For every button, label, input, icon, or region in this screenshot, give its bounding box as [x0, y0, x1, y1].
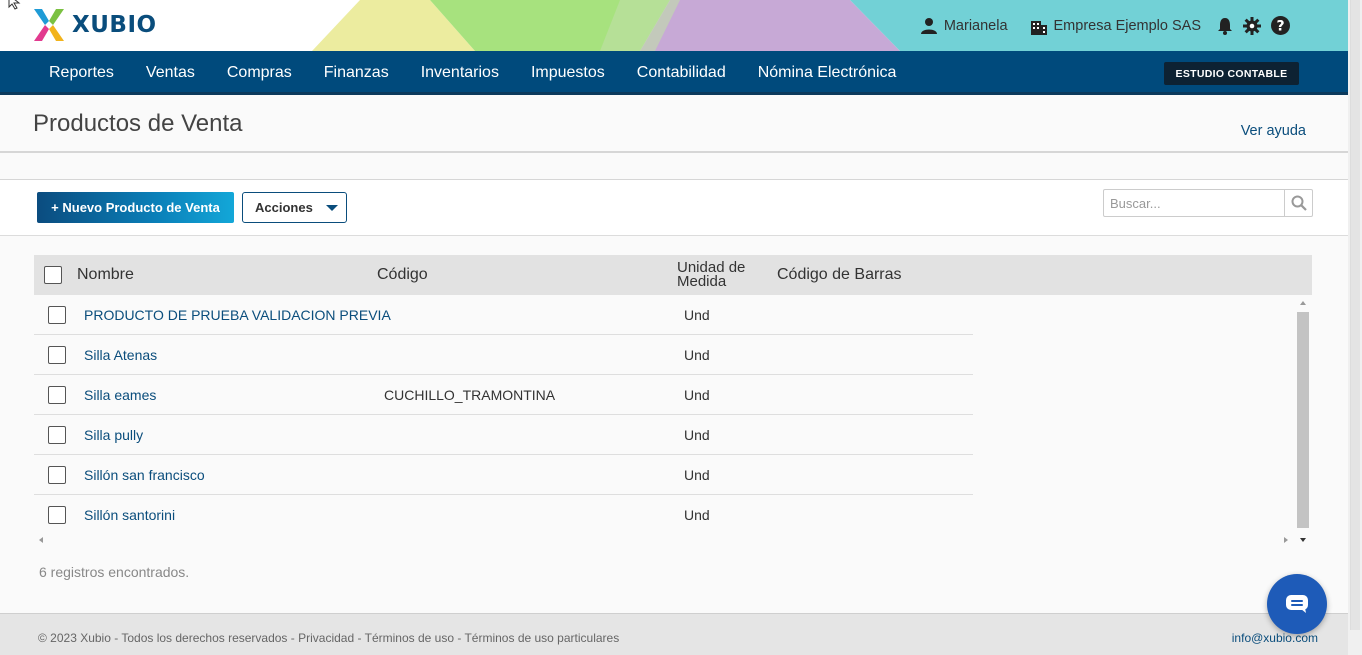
- studio-contable-button[interactable]: ESTUDIO CONTABLE: [1164, 62, 1299, 85]
- row-checkbox[interactable]: [48, 506, 66, 524]
- xubio-logo-icon: [34, 9, 64, 41]
- page-scrollbar-thumb[interactable]: [1350, 0, 1360, 630]
- scroll-down-arrow-icon[interactable]: [1299, 537, 1307, 543]
- top-header: XUBIO Marianela Empresa Ejemplo SAS ?: [0, 0, 1348, 51]
- svg-text:?: ?: [1276, 19, 1284, 35]
- footer-links: © 2023 Xubio - Todos los derechos reserv…: [38, 631, 619, 645]
- actions-label: Acciones: [255, 200, 313, 215]
- chat-icon: [1286, 595, 1308, 613]
- caret-down-icon: [326, 205, 338, 211]
- nav-item-nomina[interactable]: Nómina Electrónica: [742, 64, 913, 82]
- table-row[interactable]: PRODUCTO DE PRUEBA VALIDACION PREVIA Und: [34, 295, 973, 335]
- product-unit: Und: [684, 307, 710, 323]
- product-name-link[interactable]: Sillón san francisco: [84, 455, 205, 495]
- column-header-code[interactable]: Código: [377, 266, 428, 284]
- row-checkbox[interactable]: [48, 466, 66, 484]
- product-name-link[interactable]: Silla Atenas: [84, 335, 157, 375]
- search-icon: [1291, 195, 1307, 211]
- user-name: Marianela: [943, 17, 1008, 34]
- product-name-link[interactable]: PRODUCTO DE PRUEBA VALIDACION PREVIA: [84, 295, 391, 335]
- scroll-up-arrow-icon[interactable]: [1299, 300, 1307, 306]
- copyright-text: © 2023 Xubio - Todos los derechos reserv…: [38, 631, 288, 645]
- product-unit: Und: [684, 427, 710, 443]
- header-user-area: Marianela Empresa Ejemplo SAS ?: [920, 0, 1290, 51]
- settings-button[interactable]: [1243, 16, 1261, 35]
- help-link[interactable]: Ver ayuda: [1241, 123, 1306, 139]
- actions-dropdown[interactable]: Acciones: [242, 192, 347, 223]
- product-code: CUCHILLO_TRAMONTINA: [384, 387, 556, 403]
- table-row[interactable]: Silla Atenas Und: [34, 335, 973, 375]
- table-row[interactable]: Sillón san francisco Und: [34, 455, 973, 495]
- scroll-left-arrow-icon[interactable]: [38, 536, 44, 544]
- table-row[interactable]: Sillón santorini Und: [34, 495, 973, 535]
- product-name-link[interactable]: Silla eames: [84, 375, 156, 415]
- user-menu[interactable]: Marianela: [920, 17, 1008, 35]
- product-name-link[interactable]: Silla pully: [84, 415, 143, 455]
- row-checkbox[interactable]: [48, 346, 66, 364]
- new-sale-product-button[interactable]: + Nuevo Producto de Venta: [37, 192, 234, 223]
- gear-icon: [1243, 16, 1261, 35]
- user-icon: [920, 17, 937, 34]
- terms-particular-link[interactable]: Términos de uso particulares: [464, 631, 619, 645]
- nav-item-inventarios[interactable]: Inventarios: [405, 64, 515, 82]
- table-row[interactable]: Silla pully Und: [34, 415, 973, 455]
- question-icon: ?: [1271, 16, 1290, 35]
- footer: © 2023 Xubio - Todos los derechos reserv…: [0, 613, 1348, 655]
- building-icon: [1030, 20, 1047, 35]
- product-unit: Und: [684, 467, 710, 483]
- footer-separator: -: [357, 631, 365, 645]
- page-vertical-scrollbar[interactable]: [1348, 0, 1362, 655]
- nav-menu: Reportes Ventas Compras Finanzas Inventa…: [33, 51, 912, 95]
- column-header-name[interactable]: Nombre: [77, 266, 134, 284]
- product-unit: Und: [684, 507, 710, 523]
- chat-button[interactable]: [1267, 574, 1327, 634]
- privacy-link[interactable]: Privacidad: [298, 631, 354, 645]
- mouse-cursor-icon: [8, 0, 21, 10]
- nav-item-impuestos[interactable]: Impuestos: [515, 64, 621, 82]
- column-header-barcode[interactable]: Código de Barras: [777, 266, 902, 284]
- page-title: Productos de Venta: [33, 110, 243, 137]
- select-all-checkbox[interactable]: [44, 266, 62, 284]
- bell-icon: [1218, 17, 1232, 35]
- product-unit: Und: [684, 387, 710, 403]
- company-name: Empresa Ejemplo SAS: [1053, 17, 1201, 34]
- terms-link[interactable]: Términos de uso: [365, 631, 454, 645]
- search-button[interactable]: [1284, 189, 1313, 217]
- column-header-unit-line2: Medida: [677, 273, 727, 290]
- scroll-right-arrow-icon[interactable]: [1283, 536, 1289, 544]
- brand-name: XUBIO: [72, 12, 157, 38]
- nav-item-reportes[interactable]: Reportes: [33, 64, 130, 82]
- product-unit: Und: [684, 347, 710, 363]
- nav-item-contabilidad[interactable]: Contabilidad: [621, 64, 742, 82]
- nav-item-finanzas[interactable]: Finanzas: [308, 64, 405, 82]
- help-button[interactable]: ?: [1271, 16, 1290, 35]
- row-checkbox[interactable]: [48, 386, 66, 404]
- main-navbar: Reportes Ventas Compras Finanzas Inventa…: [0, 51, 1348, 95]
- notifications-button[interactable]: [1217, 17, 1233, 35]
- table-header: Nombre Código Unidad de Medida Código de…: [34, 255, 1312, 295]
- table-row[interactable]: Silla eames CUCHILLO_TRAMONTINA Und: [34, 375, 973, 415]
- nav-item-ventas[interactable]: Ventas: [130, 64, 211, 82]
- search-input[interactable]: [1103, 189, 1285, 217]
- row-checkbox[interactable]: [48, 306, 66, 324]
- contact-email-link[interactable]: info@xubio.com: [1232, 631, 1318, 645]
- divider: [0, 151, 1348, 153]
- column-header-unit[interactable]: Unidad de Medida: [677, 260, 745, 290]
- company-selector[interactable]: Empresa Ejemplo SAS: [1030, 17, 1201, 35]
- product-name-link[interactable]: Sillón santorini: [84, 495, 175, 535]
- table-vertical-scrollbar[interactable]: [1297, 312, 1309, 528]
- row-checkbox[interactable]: [48, 426, 66, 444]
- xubio-logo[interactable]: XUBIO: [32, 9, 157, 41]
- nav-item-compras[interactable]: Compras: [211, 64, 308, 82]
- records-count: 6 registros encontrados.: [39, 564, 190, 580]
